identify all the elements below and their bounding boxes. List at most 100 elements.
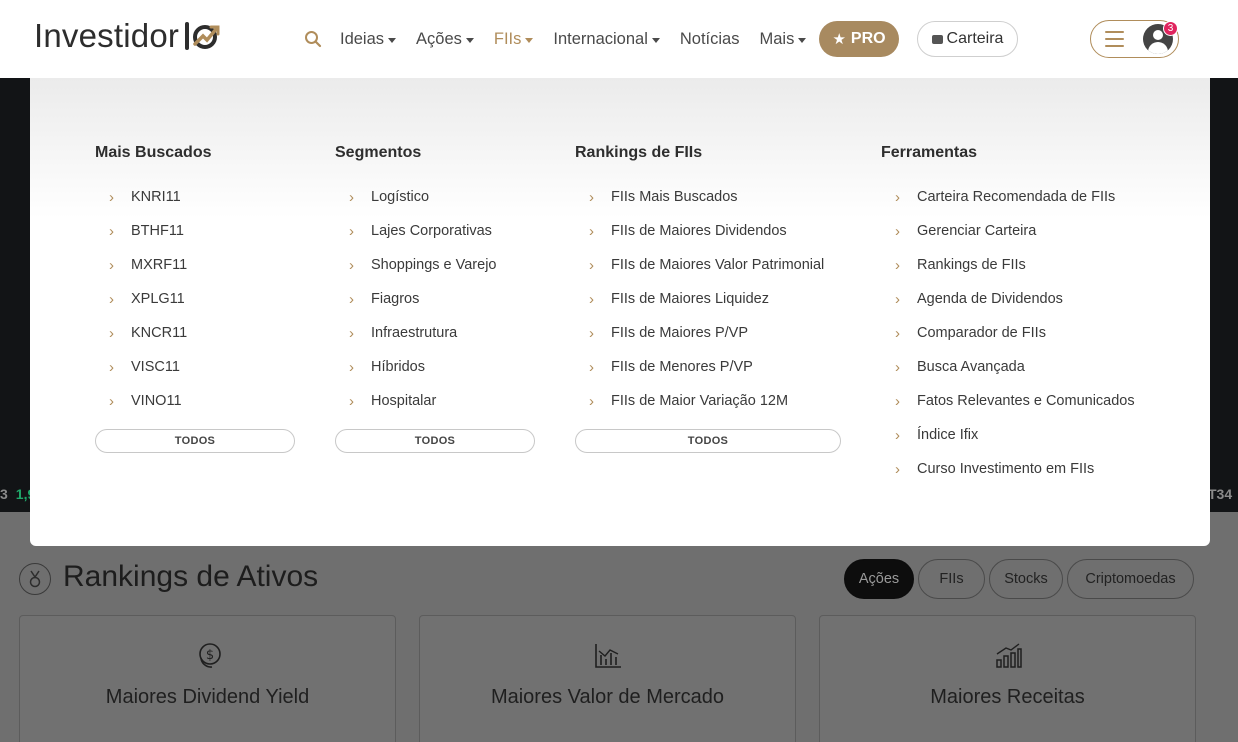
list-item[interactable]: › Índice Ifix: [881, 418, 1171, 452]
chevron-right-icon: ›: [109, 256, 114, 274]
list-item[interactable]: › FIIs de Maiores Liquidez: [575, 282, 841, 316]
list-item[interactable]: › FIIs de Menores P/VP: [575, 350, 841, 384]
list-item[interactable]: › MXRF11: [95, 248, 295, 282]
list-item[interactable]: › FIIs de Maiores Valor Patrimonial: [575, 248, 841, 282]
chevron-right-icon: ›: [349, 358, 354, 376]
list-item[interactable]: › BTHF11: [95, 214, 295, 248]
item-label: Índice Ifix: [917, 427, 979, 443]
chevron-right-icon: ›: [589, 222, 594, 240]
user-menu-button[interactable]: 3: [1090, 20, 1179, 58]
nav-label: Mais: [759, 29, 795, 48]
chevron-right-icon: ›: [109, 188, 114, 206]
list-item[interactable]: › Fiagros: [335, 282, 535, 316]
card-valor-mercado[interactable]: Maiores Valor de Mercado: [419, 615, 796, 742]
nav-noticias[interactable]: Notícias: [680, 30, 740, 49]
chevron-right-icon: ›: [895, 222, 900, 240]
todos-button[interactable]: TODOS: [575, 429, 841, 453]
list-item[interactable]: › Busca Avançada: [881, 350, 1171, 384]
todos-button[interactable]: TODOS: [335, 429, 535, 453]
chevron-right-icon: ›: [895, 290, 900, 308]
card-dividend-yield[interactable]: $ Maiores Dividend Yield: [19, 615, 396, 742]
list-item[interactable]: › Agenda de Dividendos: [881, 282, 1171, 316]
list-item[interactable]: › Lajes Corporativas: [335, 214, 535, 248]
card-receitas[interactable]: Maiores Receitas: [819, 615, 1196, 742]
list-item[interactable]: › Infraestrutura: [335, 316, 535, 350]
chevron-right-icon: ›: [349, 188, 354, 206]
site-header: Investidor Ideias Ações FIIs Internacion…: [0, 0, 1238, 78]
list-item[interactable]: › Curso Investimento em FIIs: [881, 452, 1171, 486]
item-label: MXRF11: [131, 257, 188, 273]
list-item[interactable]: › Rankings de FIIs: [881, 248, 1171, 282]
item-label: KNCR11: [131, 325, 188, 341]
logo-mark: [181, 20, 221, 52]
nav-internacional[interactable]: Internacional: [553, 30, 660, 49]
carteira-button[interactable]: Carteira: [917, 21, 1018, 57]
search-icon[interactable]: [304, 30, 322, 48]
rankings-title: Rankings de Ativos: [63, 560, 319, 593]
chevron-right-icon: ›: [349, 324, 354, 342]
nav-label: Ideias: [340, 29, 385, 48]
item-label: XPLG11: [131, 291, 185, 307]
chevron-right-icon: ›: [895, 256, 900, 274]
list-item[interactable]: › FIIs de Maiores Dividendos: [575, 214, 841, 248]
rankings-tabs: Ações FIIs Stocks Criptomoedas: [844, 559, 1194, 599]
list-item[interactable]: › KNCR11: [95, 316, 295, 350]
tab-criptomoedas[interactable]: Criptomoedas: [1067, 559, 1194, 599]
item-label: Shoppings e Varejo: [371, 257, 497, 273]
medal-icon: [19, 563, 51, 595]
tab-stocks[interactable]: Stocks: [989, 559, 1063, 599]
list-item[interactable]: › Shoppings e Varejo: [335, 248, 535, 282]
chevron-right-icon: ›: [349, 222, 354, 240]
list-item[interactable]: › Gerenciar Carteira: [881, 214, 1171, 248]
todos-button[interactable]: TODOS: [95, 429, 295, 453]
fiis-dropdown-menu: Mais Buscados › KNRI11 › BTHF11 › MXRF11 › X…: [30, 78, 1210, 546]
list-item[interactable]: › VISC11: [95, 350, 295, 384]
chevron-right-icon: ›: [589, 358, 594, 376]
nav-acoes[interactable]: Ações: [416, 30, 474, 49]
chevron-right-icon: ›: [895, 358, 900, 376]
chevron-right-icon: ›: [589, 256, 594, 274]
card-title: Maiores Receitas: [930, 686, 1085, 708]
item-label: FIIs de Menores P/VP: [611, 359, 753, 375]
chevron-right-icon: ›: [349, 256, 354, 274]
chevron-right-icon: ›: [589, 290, 594, 308]
nav-label: Ações: [416, 29, 462, 48]
list-item[interactable]: › FIIs de Maiores P/VP: [575, 316, 841, 350]
dollar-coin-icon: $: [193, 641, 223, 676]
trending-bars-icon: [993, 641, 1023, 676]
list-item[interactable]: › KNRI11: [95, 180, 295, 214]
list-item[interactable]: › FIIs de Maior Variação 12M: [575, 384, 841, 418]
column-title: Segmentos: [335, 144, 422, 161]
list-item[interactable]: › VINO11: [95, 384, 295, 418]
hamburger-icon: [1105, 31, 1124, 47]
item-label: Gerenciar Carteira: [917, 223, 1037, 239]
logo[interactable]: Investidor: [34, 16, 221, 56]
column-mais-buscados: Mais Buscados › KNRI11 › BTHF11 › MXRF11 › X…: [95, 144, 295, 453]
list-item[interactable]: › XPLG11: [95, 282, 295, 316]
list-item[interactable]: › Hospitalar: [335, 384, 535, 418]
tab-fiis[interactable]: FIIs: [918, 559, 985, 599]
item-label: Lajes Corporativas: [371, 223, 492, 239]
pro-button[interactable]: ★ PRO: [819, 21, 899, 57]
item-label: Agenda de Dividendos: [917, 291, 1063, 307]
nav-ideias[interactable]: Ideias: [340, 29, 397, 49]
list-item[interactable]: › Comparador de FIIs: [881, 316, 1171, 350]
nav-fiis[interactable]: FIIs: [494, 30, 534, 49]
list-item[interactable]: › Logístico: [335, 180, 535, 214]
wallet-icon: [931, 34, 943, 44]
chevron-right-icon: ›: [589, 188, 594, 206]
list-item[interactable]: › FIIs Mais Buscados: [575, 180, 841, 214]
ticker-right: T34: [1208, 486, 1233, 502]
chevron-right-icon: ›: [589, 392, 594, 410]
chevron-right-icon: ›: [895, 324, 900, 342]
chevron-right-icon: ›: [109, 324, 114, 342]
list-item[interactable]: › Híbridos: [335, 350, 535, 384]
main-nav: Ideias Ações FIIs Internacional Notícias…: [304, 20, 826, 58]
chevron-right-icon: ›: [895, 188, 900, 206]
tab-acoes[interactable]: Ações: [844, 559, 914, 599]
card-title: Maiores Valor de Mercado: [490, 686, 725, 708]
list-item[interactable]: › Carteira Recomendada de FIIs: [881, 180, 1171, 214]
list-item[interactable]: › Fatos Relevantes e Comunicados: [881, 384, 1171, 418]
nav-mais[interactable]: Mais: [759, 29, 807, 49]
chevron-right-icon: ›: [349, 290, 354, 308]
